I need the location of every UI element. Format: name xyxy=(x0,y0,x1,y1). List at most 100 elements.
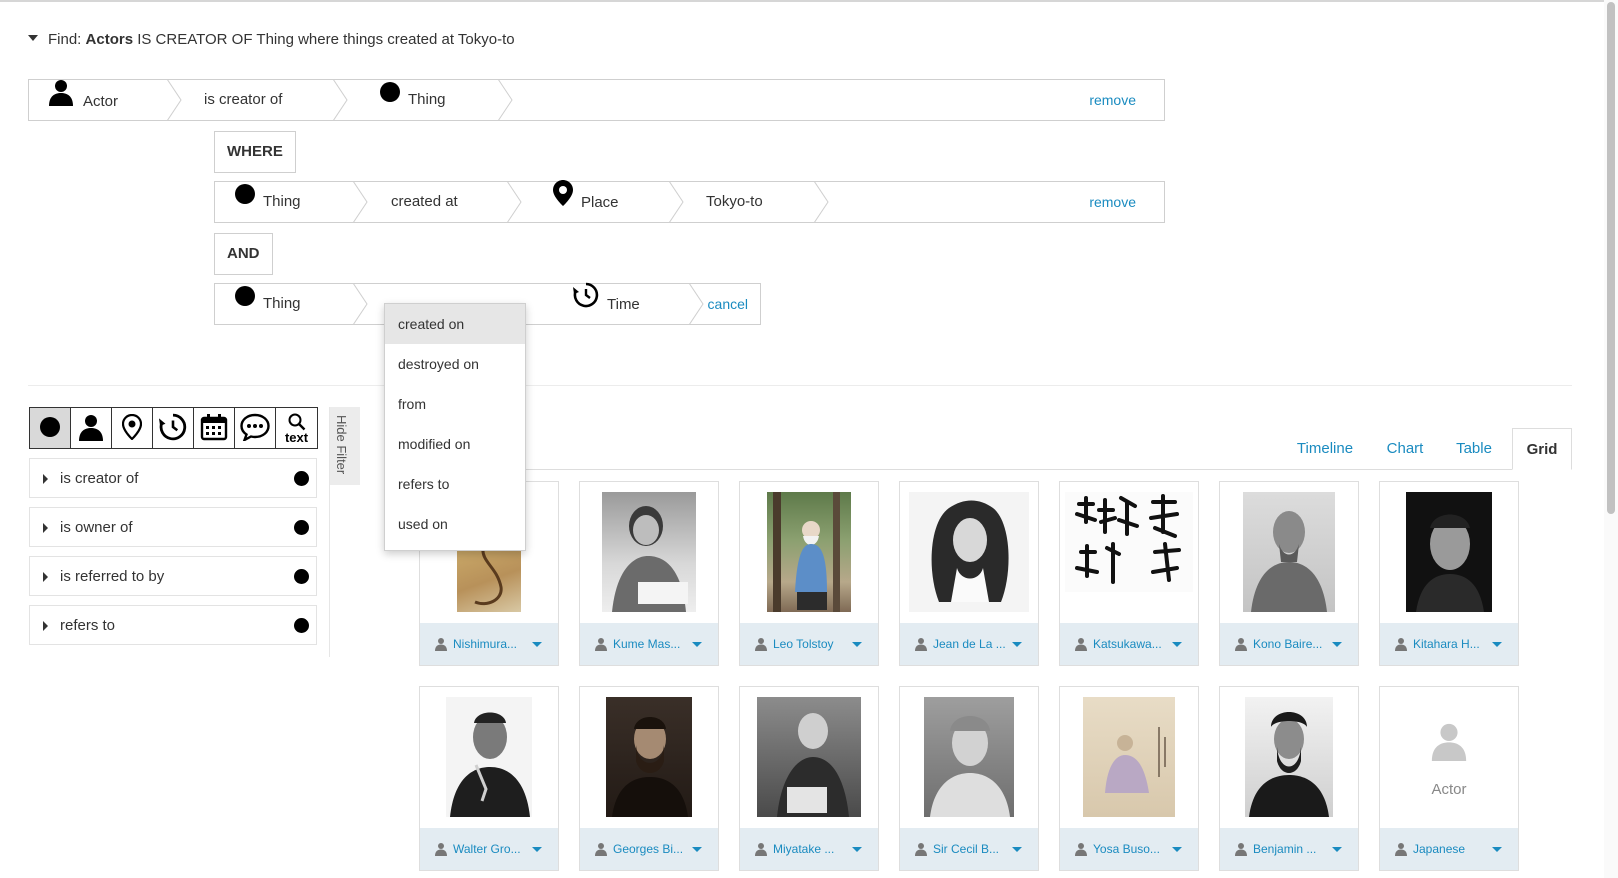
cancel-link[interactable]: cancel xyxy=(708,284,748,324)
segment-relation[interactable]: is creator of xyxy=(204,80,282,120)
map-pin-icon xyxy=(121,413,143,443)
facet-refers-to[interactable]: refers to xyxy=(29,605,317,645)
grid-card[interactable]: Georges Bi... xyxy=(579,686,719,871)
person-icon xyxy=(914,842,928,859)
grid-card[interactable]: Jean de La ... xyxy=(899,481,1039,666)
chevron-down-icon[interactable] xyxy=(532,847,542,852)
segment-time[interactable]: Time xyxy=(573,282,640,324)
grid-card[interactable]: Walter Gro... xyxy=(419,686,559,871)
grid-card[interactable]: Katsukawa... xyxy=(1059,481,1199,666)
thing-dot-icon xyxy=(294,520,309,535)
hide-filter-tab[interactable]: Hide Filter xyxy=(330,407,360,485)
person-icon xyxy=(434,637,448,654)
facet-is-owner-of[interactable]: is owner of xyxy=(29,507,317,547)
filter-actor-button[interactable] xyxy=(71,408,112,448)
actor-name-link[interactable]: Japanese xyxy=(1413,828,1465,870)
facet-label: is referred to by xyxy=(60,568,165,585)
actor-name-link[interactable]: Kitahara H... xyxy=(1413,623,1480,665)
facet-is-referred-to-by[interactable]: is referred to by xyxy=(29,556,317,596)
chevron-down-icon[interactable] xyxy=(532,642,542,647)
remove-link[interactable]: remove xyxy=(1089,80,1136,120)
chevron-down-icon[interactable] xyxy=(1012,847,1022,852)
actor-name-link[interactable]: Jean de La ... xyxy=(933,623,1006,665)
actor-name-link[interactable]: Kono Baire... xyxy=(1253,623,1322,665)
chevron-down-icon[interactable] xyxy=(852,642,862,647)
tab-timeline[interactable]: Timeline xyxy=(1286,428,1364,470)
segment-thing[interactable]: Thing xyxy=(235,284,301,324)
actor-image xyxy=(924,697,1014,817)
actor-name-link[interactable]: Katsukawa... xyxy=(1093,623,1162,665)
grid-card[interactable]: Miyatake ... xyxy=(739,686,879,871)
menu-item-destroyed-on[interactable]: destroyed on xyxy=(385,344,525,384)
thing-dot-icon xyxy=(380,78,400,118)
menu-item-refers-to[interactable]: refers to xyxy=(385,464,525,504)
actor-name-link[interactable]: Kume Mas... xyxy=(613,623,680,665)
segment-value[interactable]: Tokyo-to xyxy=(706,182,763,222)
filter-date-button[interactable] xyxy=(194,408,235,448)
filter-comment-button[interactable] xyxy=(235,408,276,448)
facet-is-creator-of[interactable]: is creator of xyxy=(29,458,317,498)
menu-item-created-on[interactable]: created on xyxy=(385,304,525,344)
actor-image xyxy=(1065,492,1193,592)
chevron-down-icon[interactable] xyxy=(692,642,702,647)
chevron-down-icon[interactable] xyxy=(1492,642,1502,647)
top-border xyxy=(0,0,1618,2)
grid-card[interactable]: Benjamin ... xyxy=(1219,686,1359,871)
menu-item-used-on[interactable]: used on xyxy=(385,504,525,544)
chevron-down-icon[interactable] xyxy=(1332,847,1342,852)
tab-grid[interactable]: Grid xyxy=(1512,428,1572,470)
remove-link[interactable]: remove xyxy=(1089,182,1136,222)
segment-place[interactable]: Place xyxy=(553,180,619,222)
menu-item-modified-on[interactable]: modified on xyxy=(385,424,525,464)
facet-label: is creator of xyxy=(60,470,139,487)
chevron-down-icon[interactable] xyxy=(1012,642,1022,647)
tab-chart[interactable]: Chart xyxy=(1380,428,1430,470)
clock-history-icon xyxy=(573,282,599,324)
segment-label: Thing xyxy=(408,91,446,108)
filter-place-button[interactable] xyxy=(112,408,153,448)
chevron-down-icon[interactable] xyxy=(1172,847,1182,852)
actor-image xyxy=(1406,492,1492,612)
segment-actor[interactable]: Actor xyxy=(47,80,118,120)
filter-thing-button[interactable] xyxy=(30,408,71,448)
query-summary[interactable]: Find: Actors IS CREATOR OF Thing where t… xyxy=(28,31,515,48)
scrollbar-thumb[interactable] xyxy=(1607,2,1615,514)
segment-label: Thing xyxy=(263,193,301,210)
chevron-down-icon[interactable] xyxy=(852,847,862,852)
caret-right-icon xyxy=(43,523,48,533)
grid-card[interactable]: Yosa Buso... xyxy=(1059,686,1199,871)
segment-label: Thing xyxy=(263,295,301,312)
thing-dot-icon xyxy=(294,618,309,633)
actor-name-link[interactable]: Walter Gro... xyxy=(453,828,521,870)
actor-name-link[interactable]: Yosa Buso... xyxy=(1093,828,1160,870)
person-icon xyxy=(754,637,768,654)
grid-card[interactable]: Kono Baire... xyxy=(1219,481,1359,666)
menu-item-from[interactable]: from xyxy=(385,384,525,424)
grid-card[interactable]: Sir Cecil B... xyxy=(899,686,1039,871)
actor-name-link[interactable]: Benjamin ... xyxy=(1253,828,1316,870)
chevron-down-icon[interactable] xyxy=(1492,847,1502,852)
actor-name-link[interactable]: Leo Tolstoy xyxy=(773,623,834,665)
thing-dot-icon xyxy=(235,180,255,220)
chevron-down-icon[interactable] xyxy=(1172,642,1182,647)
actor-name-link[interactable]: Miyatake ... xyxy=(773,828,834,870)
actor-name-link[interactable]: Sir Cecil B... xyxy=(933,828,999,870)
grid-card[interactable]: Kitahara H... xyxy=(1379,481,1519,666)
grid-card[interactable]: Actor Japanese xyxy=(1379,686,1519,871)
filter-time-button[interactable] xyxy=(153,408,194,448)
actor-name-link[interactable]: Nishimura... xyxy=(453,623,517,665)
segment-thing[interactable]: Thing xyxy=(380,80,446,120)
grid-card[interactable]: Kume Mas... xyxy=(579,481,719,666)
card-footer: Kono Baire... xyxy=(1220,623,1358,665)
actor-image xyxy=(1083,697,1175,817)
tab-table[interactable]: Table xyxy=(1448,428,1500,470)
segment-thing[interactable]: Thing xyxy=(235,182,301,222)
grid-card[interactable]: Leo Tolstoy xyxy=(739,481,879,666)
chevron-down-icon[interactable] xyxy=(692,847,702,852)
collapse-caret-icon[interactable] xyxy=(28,35,38,42)
chevron-down-icon[interactable] xyxy=(1332,642,1342,647)
segment-relation[interactable]: created at xyxy=(391,182,458,222)
actor-name-link[interactable]: Georges Bi... xyxy=(613,828,683,870)
filter-text-button[interactable]: text xyxy=(276,408,317,448)
find-rest: IS CREATOR OF Thing where things created… xyxy=(133,31,515,48)
